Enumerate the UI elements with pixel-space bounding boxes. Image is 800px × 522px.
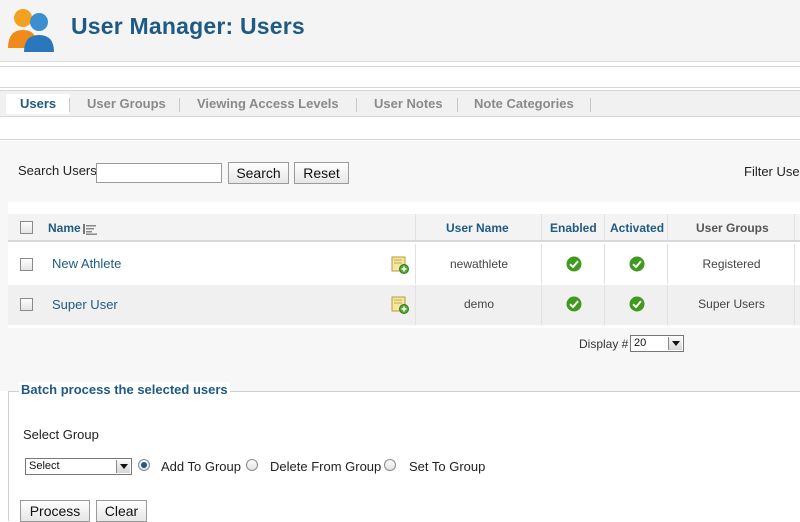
search-label: Search Users <box>18 163 97 178</box>
select-group-label: Select Group <box>23 427 99 442</box>
tab-viewing-access-levels[interactable]: Viewing Access Levels <box>197 94 339 114</box>
column-header-activated[interactable]: Activated <box>610 221 664 235</box>
column-divider <box>667 214 668 240</box>
tab-separator <box>590 98 591 112</box>
set-to-group-radio[interactable] <box>384 459 396 471</box>
tab-separator <box>179 98 180 112</box>
add-note-icon[interactable] <box>391 296 409 314</box>
toolbar-strip <box>0 66 800 88</box>
activated-check-icon[interactable] <box>629 256 645 272</box>
column-divider <box>604 244 605 284</box>
process-button[interactable]: Process <box>20 500 90 522</box>
column-header-username[interactable]: User Name <box>446 221 509 235</box>
tab-separator <box>457 98 458 112</box>
column-divider <box>415 214 416 240</box>
select-all-checkbox[interactable] <box>20 221 33 234</box>
users-icon <box>8 9 54 52</box>
column-divider <box>604 214 605 240</box>
username-cell: newathlete <box>449 257 509 271</box>
batch-title: Batch process the selected users <box>19 382 230 397</box>
message-strip <box>0 118 800 140</box>
column-header-enabled[interactable]: Enabled <box>550 221 597 235</box>
activated-check-icon[interactable] <box>629 296 645 312</box>
filter-user-label: Filter User <box>744 164 800 179</box>
group-select[interactable]: Select <box>25 458 132 475</box>
user-groups-cell: Super Users <box>698 297 765 311</box>
column-divider <box>604 285 605 325</box>
row-checkbox[interactable] <box>20 298 33 311</box>
delete-from-group-radio[interactable] <box>246 459 258 471</box>
tab-bar: Users User Groups Viewing Access Levels … <box>0 90 800 117</box>
column-header-name[interactable]: Name <box>48 221 81 235</box>
row-checkbox[interactable] <box>20 258 33 271</box>
search-input[interactable] <box>96 163 222 183</box>
sort-icon[interactable] <box>83 223 97 235</box>
set-to-group-label[interactable]: Set To Group <box>409 459 485 474</box>
tab-user-groups[interactable]: User Groups <box>87 94 166 114</box>
tab-note-categories[interactable]: Note Categories <box>474 94 574 114</box>
user-name-link[interactable]: New Athlete <box>52 256 121 271</box>
chevron-down-icon <box>116 460 130 473</box>
add-to-group-label[interactable]: Add To Group <box>161 459 241 474</box>
clear-button[interactable]: Clear <box>96 500 147 522</box>
page-title: User Manager: Users <box>71 13 305 39</box>
delete-from-group-label[interactable]: Delete From Group <box>270 459 381 474</box>
display-limit-select[interactable]: 20 <box>630 335 684 352</box>
enabled-check-icon[interactable] <box>566 296 582 312</box>
user-groups-cell: Registered <box>702 257 761 271</box>
username-cell: demo <box>463 297 495 311</box>
reset-button[interactable]: Reset <box>294 162 349 184</box>
user-name-link[interactable]: Super User <box>52 297 118 312</box>
add-to-group-radio[interactable] <box>138 459 150 471</box>
group-select-value: Select <box>29 460 60 472</box>
tab-separator <box>69 98 70 112</box>
column-header-user-groups: User Groups <box>696 221 769 235</box>
page-header: User Manager: Users <box>0 0 800 62</box>
search-button[interactable]: Search <box>228 162 289 184</box>
tab-users[interactable]: Users <box>6 94 71 114</box>
table-header-row <box>8 214 800 242</box>
enabled-check-icon[interactable] <box>566 256 582 272</box>
display-limit-value: 20 <box>634 337 647 349</box>
column-divider <box>794 214 795 240</box>
add-note-icon[interactable] <box>391 256 409 274</box>
display-label: Display # <box>579 337 629 351</box>
column-divider <box>541 214 542 240</box>
tab-user-notes[interactable]: User Notes <box>374 94 443 114</box>
chevron-down-icon <box>668 337 682 350</box>
tab-separator <box>356 98 357 112</box>
